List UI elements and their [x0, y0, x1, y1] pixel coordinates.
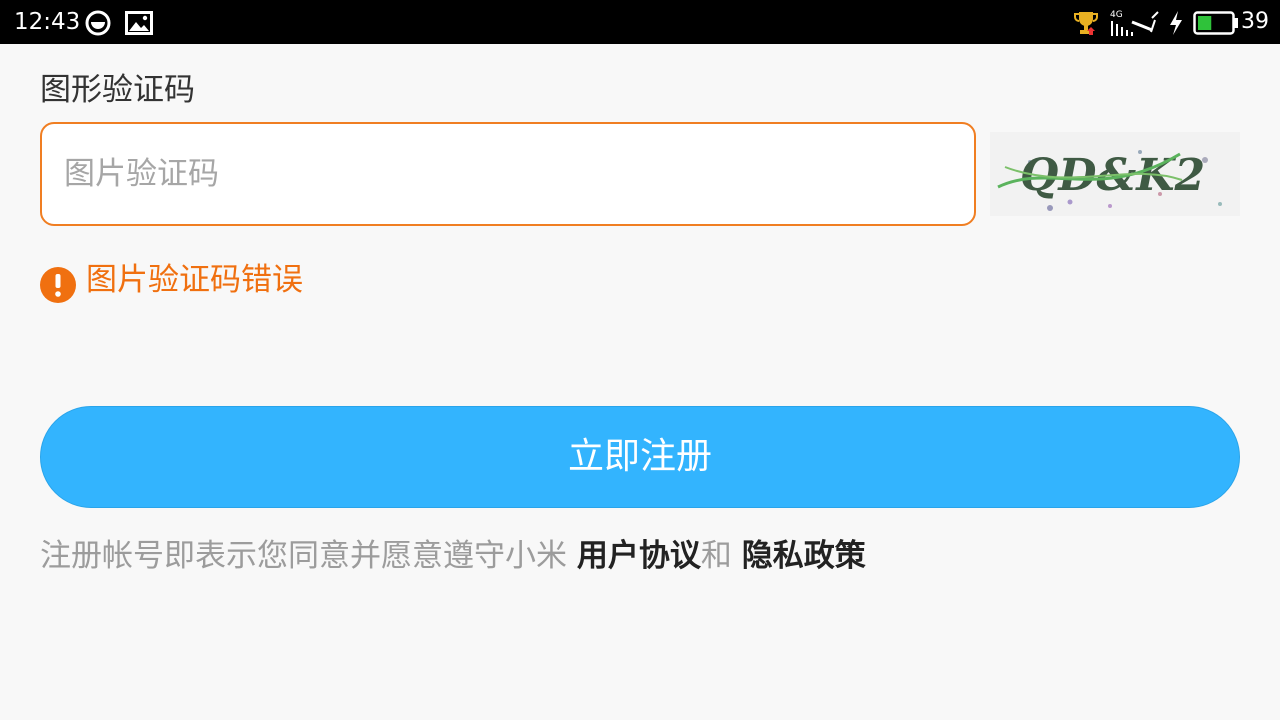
agreement-notice: 注册帐号即表示您同意并愿意遵守小米 用户协议和 隐私政策	[40, 536, 1240, 576]
error-message: 图片验证码错误	[86, 262, 303, 298]
qq-icon	[85, 10, 111, 36]
agreement-conjunction: 和	[700, 538, 742, 574]
status-time: 12:43	[14, 9, 81, 35]
trophy-icon	[1074, 12, 1098, 35]
agreement-prefix: 注册帐号即表示您同意并愿意遵守小米	[40, 538, 577, 574]
battery-icon	[1193, 11, 1238, 35]
battery-level: 39	[1241, 9, 1269, 34]
captcha-label: 图形验证码	[40, 72, 195, 108]
signal-icon: 4G	[1110, 10, 1159, 36]
status-bar: 12:43 4G 39	[0, 0, 1280, 44]
privacy-policy-link[interactable]: 隐私政策	[742, 538, 866, 574]
user-agreement-link[interactable]: 用户协议	[577, 538, 701, 574]
gallery-icon	[125, 11, 153, 35]
captcha-input[interactable]	[40, 122, 976, 226]
network-type: 4G	[1110, 10, 1123, 20]
exclamation-icon	[40, 267, 76, 303]
captcha-image[interactable]: QD&K2	[990, 132, 1240, 216]
charging-icon	[1170, 11, 1182, 35]
register-button[interactable]: 立即注册	[40, 406, 1240, 508]
